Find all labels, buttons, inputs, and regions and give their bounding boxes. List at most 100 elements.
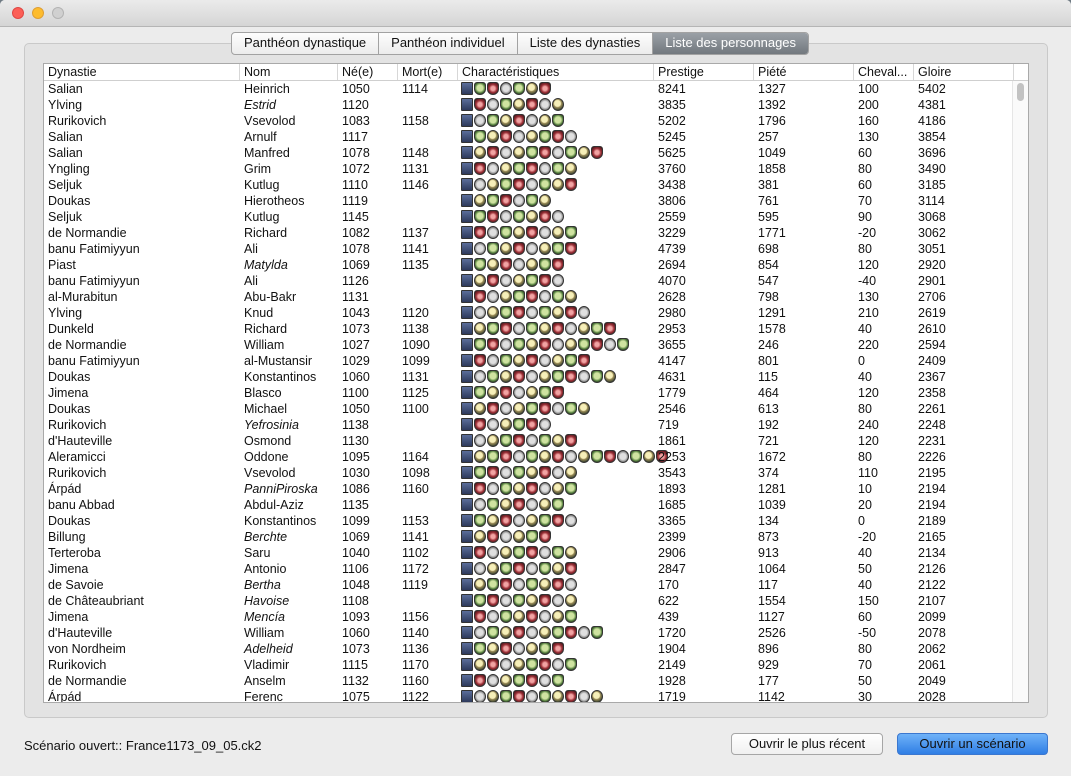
trait-icon (526, 98, 538, 111)
table-row[interactable]: Rurikovich Vsevolod 1083 1158 5202 1796 160 418… (44, 113, 1014, 129)
table-row[interactable]: Rurikovich Yefrosinia 1138 719 192 240 2248 (44, 417, 1014, 433)
cell-piete: 1142 (758, 690, 785, 703)
close-window-button[interactable] (12, 7, 24, 19)
tab-pantheon-dynastique[interactable]: Panthéon dynastique (232, 33, 380, 54)
trait-icon (474, 642, 486, 655)
trait-icon (591, 626, 603, 639)
trait-icon (552, 386, 564, 399)
table-row[interactable]: Doukas Konstantinos 1099 1153 3365 134 0 2189 (44, 513, 1014, 529)
tab-liste-dynasties[interactable]: Liste des dynasties (518, 33, 654, 54)
trait-icons (461, 450, 668, 464)
table-row[interactable]: Doukas Konstantinos 1060 1131 4631 115 40 2367 (44, 369, 1014, 385)
trait-icon (513, 386, 525, 399)
table-row[interactable]: Salian Arnulf 1117 5245 257 130 3854 (44, 129, 1014, 145)
cell-dynastie: banu Fatimiyyun (48, 274, 140, 288)
cell-dynastie: Jimena (48, 610, 89, 624)
table-row[interactable]: Salian Manfred 1078 1148 5625 1049 60 3696 (44, 145, 1014, 161)
tab-liste-personnages[interactable]: Liste des personnages (653, 33, 809, 54)
table-row[interactable]: Jimena Blasco 1100 1125 1779 464 120 2358 (44, 385, 1014, 401)
cell-nom: Vsevolod (244, 114, 296, 128)
table-row[interactable]: Piast Matylda 1069 1135 2694 854 120 2920 (44, 257, 1014, 273)
table-row[interactable]: Salian Heinrich 1050 1114 8241 1327 100 5402 (44, 81, 1014, 97)
table-row[interactable]: banu Fatimiyyun al-Mustansir 1029 1099 4147 8… (44, 353, 1014, 369)
table-row[interactable]: Jimena Antonio 1106 1172 2847 1064 50 2126 (44, 561, 1014, 577)
cell-ne: 1075 (342, 690, 370, 703)
table-row[interactable]: Jimena Mencía 1093 1156 439 1127 60 2099 (44, 609, 1014, 625)
table-row[interactable]: al-Murabitun Abu-Bakr 1131 2628 798 130 2706 (44, 289, 1014, 305)
trait-icon (487, 658, 499, 671)
table-row[interactable]: d'Hauteville William 1060 1140 1720 2526 -50 20… (44, 625, 1014, 641)
trait-icon (591, 322, 603, 335)
trait-icon (487, 178, 499, 191)
cell-dynastie: Doukas (48, 402, 91, 416)
cell-mort: 1164 (402, 450, 429, 464)
table-row[interactable]: de Châteaubriant Havoise 1108 622 1554 150 210… (44, 593, 1014, 609)
cell-chevalerie: 160 (858, 114, 879, 128)
table-row[interactable]: Doukas Michael 1050 1100 2546 613 80 2261 (44, 401, 1014, 417)
table-row[interactable]: Rurikovich Vsevolod 1030 1098 3543 374 110 2195 (44, 465, 1014, 481)
table-row[interactable]: Yngling Grim 1072 1131 3760 1858 80 3490 (44, 161, 1014, 177)
table-row[interactable]: d'Hauteville Osmond 1130 1861 721 120 2231 (44, 433, 1014, 449)
trait-icon (474, 386, 486, 399)
trait-icon (526, 402, 538, 415)
table-row[interactable]: de Normandie William 1027 1090 3655 246 220 259… (44, 337, 1014, 353)
cell-dynastie: Doukas (48, 194, 91, 208)
table-row[interactable]: Seljuk Kutlug 1110 1146 3438 381 60 3185 (44, 177, 1014, 193)
cell-ne: 1132 (342, 674, 369, 688)
table-row[interactable]: Árpád Ferenc 1075 1122 1719 1142 30 2028 (44, 689, 1014, 703)
cell-prestige: 2847 (658, 562, 686, 576)
table-row[interactable]: Dunkeld Richard 1073 1138 2953 1578 40 2610 (44, 321, 1014, 337)
cell-prestige: 1720 (658, 626, 686, 640)
cell-gloire: 2194 (918, 498, 946, 512)
trait-icon (474, 466, 486, 479)
table-row[interactable]: Ylving Estrid 1120 3835 1392 200 4381 (44, 97, 1014, 113)
trait-icon (539, 98, 551, 111)
trait-icon (513, 114, 525, 127)
open-scenario-button[interactable]: Ouvrir un scénario (897, 733, 1048, 755)
trait-icon (591, 146, 603, 159)
cell-dynastie: Ylving (48, 306, 83, 320)
cell-mort: 1158 (402, 114, 429, 128)
zoom-window-button[interactable] (52, 7, 64, 19)
table-row[interactable]: Árpád PanniPiroska 1086 1160 1893 1281 10 2194 (44, 481, 1014, 497)
trait-icon (539, 594, 551, 607)
column-header-gloire[interactable]: Gloire (914, 64, 1014, 80)
cell-chevalerie: 60 (858, 178, 872, 192)
cell-dynastie: Billung (48, 530, 86, 544)
table-row[interactable]: Billung Berchte 1069 1141 2399 873 -20 2165 (44, 529, 1014, 545)
table-row[interactable]: banu Fatimiyyun Ali 1126 4070 547 -40 2901 (44, 273, 1014, 289)
trait-icon (552, 258, 564, 271)
table-row[interactable]: von Nordheim Adelheid 1073 1136 1904 896 80 206… (44, 641, 1014, 657)
trait-icon (526, 594, 538, 607)
column-header-piete[interactable]: Piété (754, 64, 854, 80)
trait-icon (500, 370, 512, 383)
vertical-scrollbar[interactable] (1012, 81, 1028, 702)
column-header-prestige[interactable]: Prestige (654, 64, 754, 80)
column-header-nom[interactable]: Nom (240, 64, 338, 80)
cell-ne: 1108 (342, 594, 369, 608)
column-header-ne[interactable]: Né(e) (338, 64, 398, 80)
portrait-icon (461, 610, 473, 623)
table-row[interactable]: Aleramicci Oddone 1095 1164 2253 1672 80 2226 (44, 449, 1014, 465)
table-row[interactable]: Seljuk Kutlug 1145 2559 595 90 3068 (44, 209, 1014, 225)
column-header-mort[interactable]: Mort(e) (398, 64, 458, 80)
table-row[interactable]: Doukas Hierotheos 1119 3806 761 70 3114 (44, 193, 1014, 209)
trait-icon (474, 578, 486, 591)
table-row[interactable]: Terteroba Saru 1040 1102 2906 913 40 2134 (44, 545, 1014, 561)
portrait-icon (461, 594, 473, 607)
scrollbar-thumb[interactable] (1017, 83, 1024, 101)
table-row[interactable]: banu Abbad Abdul-Aziz 1135 1685 1039 20 2194 (44, 497, 1014, 513)
tab-pantheon-individuel[interactable]: Panthéon individuel (379, 33, 518, 54)
column-header-chevalerie[interactable]: Cheval... (854, 64, 914, 80)
table-row[interactable]: de Normandie Richard 1082 1137 3229 1771 -20 30… (44, 225, 1014, 241)
trait-icon (565, 370, 577, 383)
table-row[interactable]: Ylving Knud 1043 1120 2980 1291 210 2619 (44, 305, 1014, 321)
open-recent-button[interactable]: Ouvrir le plus récent (731, 733, 883, 755)
table-row[interactable]: Rurikovich Vladimir 1115 1170 2149 929 70 2061 (44, 657, 1014, 673)
column-header-caracteristiques[interactable]: Charactéristiques (458, 64, 654, 80)
table-row[interactable]: de Normandie Anselm 1132 1160 1928 177 50 2049 (44, 673, 1014, 689)
table-row[interactable]: de Savoie Bertha 1048 1119 170 117 40 2122 (44, 577, 1014, 593)
minimize-window-button[interactable] (32, 7, 44, 19)
table-row[interactable]: banu Fatimiyyun Ali 1078 1141 4739 698 80 3051 (44, 241, 1014, 257)
column-header-dynastie[interactable]: Dynastie (44, 64, 240, 80)
